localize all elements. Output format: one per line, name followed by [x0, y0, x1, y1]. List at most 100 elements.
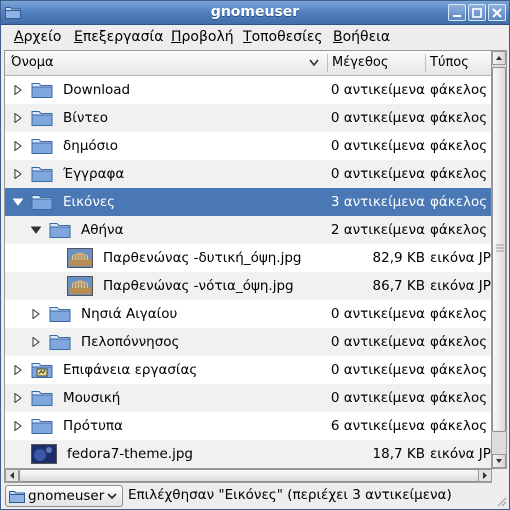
close-icon: [492, 8, 502, 18]
folder-icon: [31, 391, 53, 406]
expander-collapsed-icon[interactable]: [13, 421, 23, 431]
column-separator[interactable]: [425, 54, 426, 72]
file-name: δημόσιο: [63, 138, 119, 154]
menu-edit[interactable]: Επεξεργασία: [74, 29, 163, 45]
menu-places-mnemonic: Τ: [243, 29, 252, 45]
file-type: φάκελος: [430, 334, 488, 350]
scroll-left-button[interactable]: [5, 469, 19, 482]
file-row[interactable]: δημόσιο 0 αντικείμενα φάκελος: [5, 132, 491, 160]
file-row[interactable]: Download 0 αντικείμενα φάκελος: [5, 76, 491, 104]
minimize-icon: [453, 15, 461, 17]
vertical-scroll-thumb[interactable]: [492, 67, 506, 432]
file-name: Αθήνα: [81, 222, 124, 238]
expander-collapsed-icon[interactable]: [31, 309, 41, 319]
file-type: εικόνα JPEG: [430, 278, 491, 294]
column-header-name[interactable]: Όνομα: [11, 51, 54, 75]
title-bar[interactable]: gnomeuser: [1, 1, 509, 25]
menu-view-label: ροβολή: [181, 29, 234, 45]
menu-places-label: οποθεσίες: [251, 29, 323, 45]
file-row[interactable]: Επιφάνεια εργασίας 0 αντικείμενα φάκελος: [5, 356, 491, 384]
file-row[interactable]: Παρθενώνας -νότια_όψη.jpg 86,7 KB εικόνα J…: [5, 272, 491, 300]
vertical-scrollbar[interactable]: [492, 50, 507, 469]
file-size: 0 αντικείμενα: [330, 110, 425, 126]
file-manager-window: gnomeuser Αρχείο Επεξεργασία Προβολή Τοπ…: [0, 0, 510, 510]
horizontal-scroll-thumb[interactable]: [19, 469, 479, 482]
column-separator[interactable]: [327, 54, 328, 72]
file-size: 0 αντικείμενα: [330, 334, 425, 350]
window-title: gnomeuser: [210, 4, 300, 20]
arrow-up-icon: [496, 56, 502, 60]
file-type: εικόνα JPEG: [430, 250, 491, 266]
file-size: 0 αντικείμενα: [330, 138, 425, 154]
file-row[interactable]: Βίντεο 0 αντικείμενα φάκελος: [5, 104, 491, 132]
file-name: Έγγραφα: [63, 166, 125, 182]
image-thumbnail-icon: [67, 248, 93, 268]
file-name: Επιφάνεια εργασίας: [63, 362, 198, 378]
file-list[interactable]: Όνομα Μέγεθος Τύπος Download 0 αντικείμεν…: [4, 50, 492, 469]
close-button[interactable]: [488, 4, 506, 21]
expander-expanded-icon[interactable]: [31, 225, 41, 235]
menu-help[interactable]: Βοήθεια: [333, 29, 390, 45]
file-size: 0 αντικείμενα: [330, 306, 425, 322]
grip-icon: [496, 244, 504, 252]
folder-icon: [31, 139, 53, 154]
file-name: Πρότυπα: [63, 418, 123, 434]
folder-icon: [31, 111, 53, 126]
file-type: φάκελος: [430, 390, 488, 406]
resize-grip-icon[interactable]: [495, 495, 507, 507]
location-dropdown[interactable]: gnomeuser: [5, 485, 123, 507]
file-row[interactable]: Μουσική 0 αντικείμενα φάκελος: [5, 384, 491, 412]
file-type: φάκελος: [430, 194, 488, 210]
folder-icon: [31, 419, 53, 434]
file-name: Εικόνες: [63, 194, 116, 210]
expander-collapsed-icon[interactable]: [13, 393, 23, 403]
file-name: Νησιά Αιγαίου: [81, 306, 178, 322]
expander-collapsed-icon[interactable]: [13, 169, 23, 179]
file-type: φάκελος: [430, 110, 488, 126]
image-thumbnail-icon: [31, 444, 57, 464]
column-header-size[interactable]: Μέγεθος: [332, 51, 389, 75]
scroll-up-button[interactable]: [492, 51, 506, 65]
folder-icon: [49, 307, 71, 322]
menu-file[interactable]: Αρχείο: [14, 29, 61, 45]
maximize-button[interactable]: [468, 4, 486, 21]
scroll-down-button[interactable]: [492, 454, 506, 468]
file-row[interactable]: Νησιά Αιγαίου 0 αντικείμενα φάκελος: [5, 300, 491, 328]
file-row[interactable]: Πελοπόννησος 0 αντικείμενα φάκελος: [5, 328, 491, 356]
file-size: 82,9 KB: [372, 250, 425, 266]
file-name: Πελοπόννησος: [81, 334, 180, 350]
desktop-folder-icon: [31, 363, 53, 378]
menu-places[interactable]: Τοποθεσίες: [243, 29, 323, 45]
file-row[interactable]: Πρότυπα 6 αντικείμενα φάκελος: [5, 412, 491, 440]
status-message: Επιλέχθησαν "Εικόνες" (περιέχει 3 αντικε…: [128, 487, 452, 503]
horizontal-scrollbar[interactable]: [4, 469, 492, 483]
column-header-bar: Όνομα Μέγεθος Τύπος: [5, 51, 491, 76]
file-size: 18,7 KB: [372, 446, 425, 462]
expander-expanded-icon[interactable]: [13, 197, 23, 207]
chevron-down-icon: [107, 493, 117, 500]
file-row[interactable]: fedora7-theme.jpg 18,7 KB εικόνα JPEG: [5, 440, 491, 468]
file-type: φάκελος: [430, 82, 488, 98]
file-name: Download: [63, 82, 131, 98]
expander-collapsed-icon[interactable]: [31, 337, 41, 347]
expander-collapsed-icon[interactable]: [13, 113, 23, 123]
folder-icon: [31, 83, 53, 98]
file-size: 3 αντικείμενα: [330, 194, 425, 210]
file-row[interactable]: Παρθενώνας -δυτική_όψη.jpg 82,9 KB εικόνα …: [5, 244, 491, 272]
file-name: fedora7-theme.jpg: [67, 446, 193, 462]
folder-icon: [49, 335, 71, 350]
file-row[interactable]: Εικόνες 3 αντικείμενα φάκελος: [5, 188, 491, 216]
scroll-right-button[interactable]: [478, 469, 492, 482]
menu-view[interactable]: Προβολή: [171, 29, 234, 45]
folder-icon: [31, 167, 53, 182]
file-row[interactable]: Έγγραφα 0 αντικείμενα φάκελος: [5, 160, 491, 188]
file-row[interactable]: Αθήνα 2 αντικείμενα φάκελος: [5, 216, 491, 244]
folder-icon: [31, 195, 53, 210]
expander-collapsed-icon[interactable]: [13, 141, 23, 151]
column-header-type[interactable]: Τύπος: [430, 51, 469, 75]
file-type: φάκελος: [430, 418, 488, 434]
location-label: gnomeuser: [28, 488, 105, 504]
expander-collapsed-icon[interactable]: [13, 85, 23, 95]
minimize-button[interactable]: [448, 4, 466, 21]
expander-collapsed-icon[interactable]: [13, 365, 23, 375]
